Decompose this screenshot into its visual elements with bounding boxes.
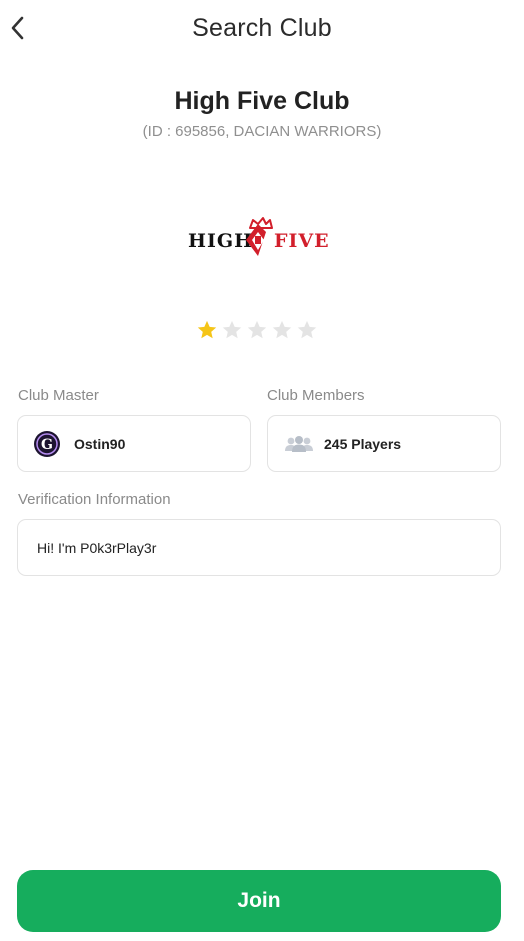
star-icon bbox=[222, 320, 242, 339]
star-icon bbox=[197, 320, 217, 339]
club-master-box[interactable]: G Ostin90 bbox=[17, 415, 251, 472]
club-master-name: Ostin90 bbox=[74, 435, 126, 452]
avatar: G bbox=[34, 430, 60, 457]
rating-stars bbox=[196, 319, 318, 343]
svg-text:G: G bbox=[41, 437, 53, 453]
club-logo: HIGH FIVE bbox=[188, 217, 330, 256]
header: Search Club bbox=[0, 0, 524, 56]
join-button[interactable]: Join bbox=[17, 870, 501, 932]
star-icon bbox=[272, 320, 292, 339]
logo-right-text: FIVE bbox=[274, 230, 330, 252]
star-icon bbox=[247, 320, 267, 339]
star-icon bbox=[297, 320, 317, 339]
join-button-label: Join bbox=[237, 889, 281, 912]
club-meta: (ID : 695856, DACIAN WARRIORS) bbox=[142, 123, 382, 140]
users-icon bbox=[285, 435, 313, 452]
verification-input[interactable]: Hi! I'm P0k3rPlay3r bbox=[17, 519, 501, 576]
logo-left-text: HIGH bbox=[188, 230, 253, 252]
club-name: High Five Club bbox=[174, 87, 350, 115]
club-members-count: 245 Players bbox=[324, 435, 402, 452]
search-club-screen: Search Club High Five Club (ID : 695856,… bbox=[0, 0, 524, 941]
verification-label: Verification Information bbox=[18, 491, 171, 508]
page-title: Search Club bbox=[192, 14, 332, 42]
club-members-label: Club Members bbox=[267, 387, 365, 404]
club-members-box[interactable]: 245 Players bbox=[267, 415, 501, 472]
avatar-g-icon: G bbox=[36, 432, 58, 455]
verification-value: Hi! I'm P0k3rPlay3r bbox=[37, 539, 157, 556]
club-master-label: Club Master bbox=[18, 387, 99, 404]
